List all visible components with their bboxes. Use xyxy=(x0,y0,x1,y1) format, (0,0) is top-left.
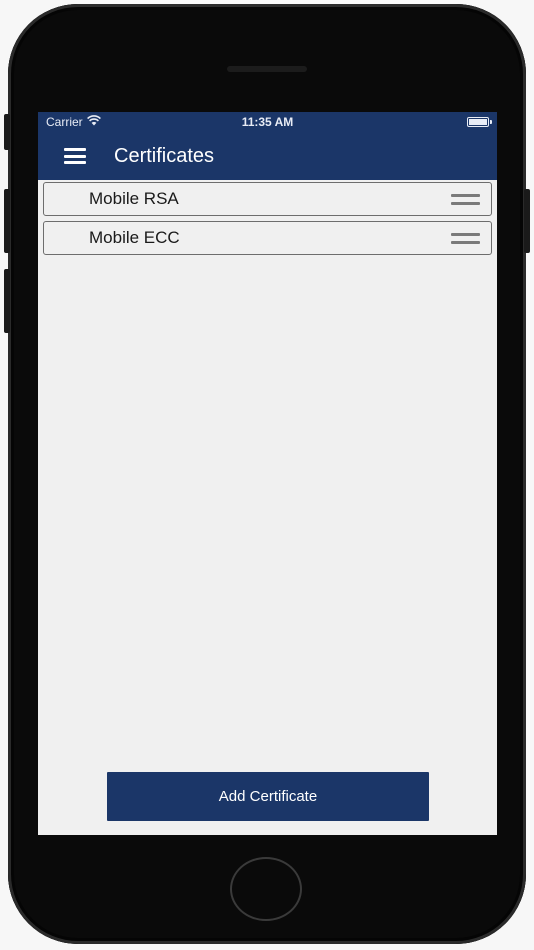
battery-level-fill xyxy=(469,119,487,125)
carrier-label: Carrier xyxy=(46,115,83,129)
navigation-bar: Certificates xyxy=(38,132,497,180)
battery-icon xyxy=(467,117,492,127)
power-button xyxy=(524,189,530,253)
hamburger-menu-icon[interactable] xyxy=(64,148,86,164)
status-bar: Carrier 11:35 AM xyxy=(38,112,497,132)
volume-down-button xyxy=(4,269,10,333)
mute-switch xyxy=(4,114,10,150)
certificate-label: Mobile ECC xyxy=(89,228,180,247)
page-title: Certificates xyxy=(114,144,215,167)
earpiece-speaker xyxy=(227,66,307,72)
certificate-label: Mobile RSA xyxy=(89,189,179,208)
status-left: Carrier xyxy=(46,115,101,129)
status-time: 11:35 AM xyxy=(241,115,294,129)
certificate-item[interactable]: Mobile RSA xyxy=(43,182,492,216)
certificate-item[interactable]: Mobile ECC xyxy=(43,221,492,255)
drag-handle-icon[interactable] xyxy=(451,193,480,205)
home-button[interactable] xyxy=(230,857,302,921)
add-certificate-button[interactable]: Add Certificate xyxy=(107,772,429,821)
volume-up-button xyxy=(4,189,10,253)
drag-handle-icon[interactable] xyxy=(451,232,480,244)
certificate-list: Mobile RSA Mobile ECC xyxy=(38,180,497,255)
wifi-icon xyxy=(86,115,101,129)
app-screen: Carrier 11:35 AM Certificates Mobile RSA xyxy=(38,112,497,835)
